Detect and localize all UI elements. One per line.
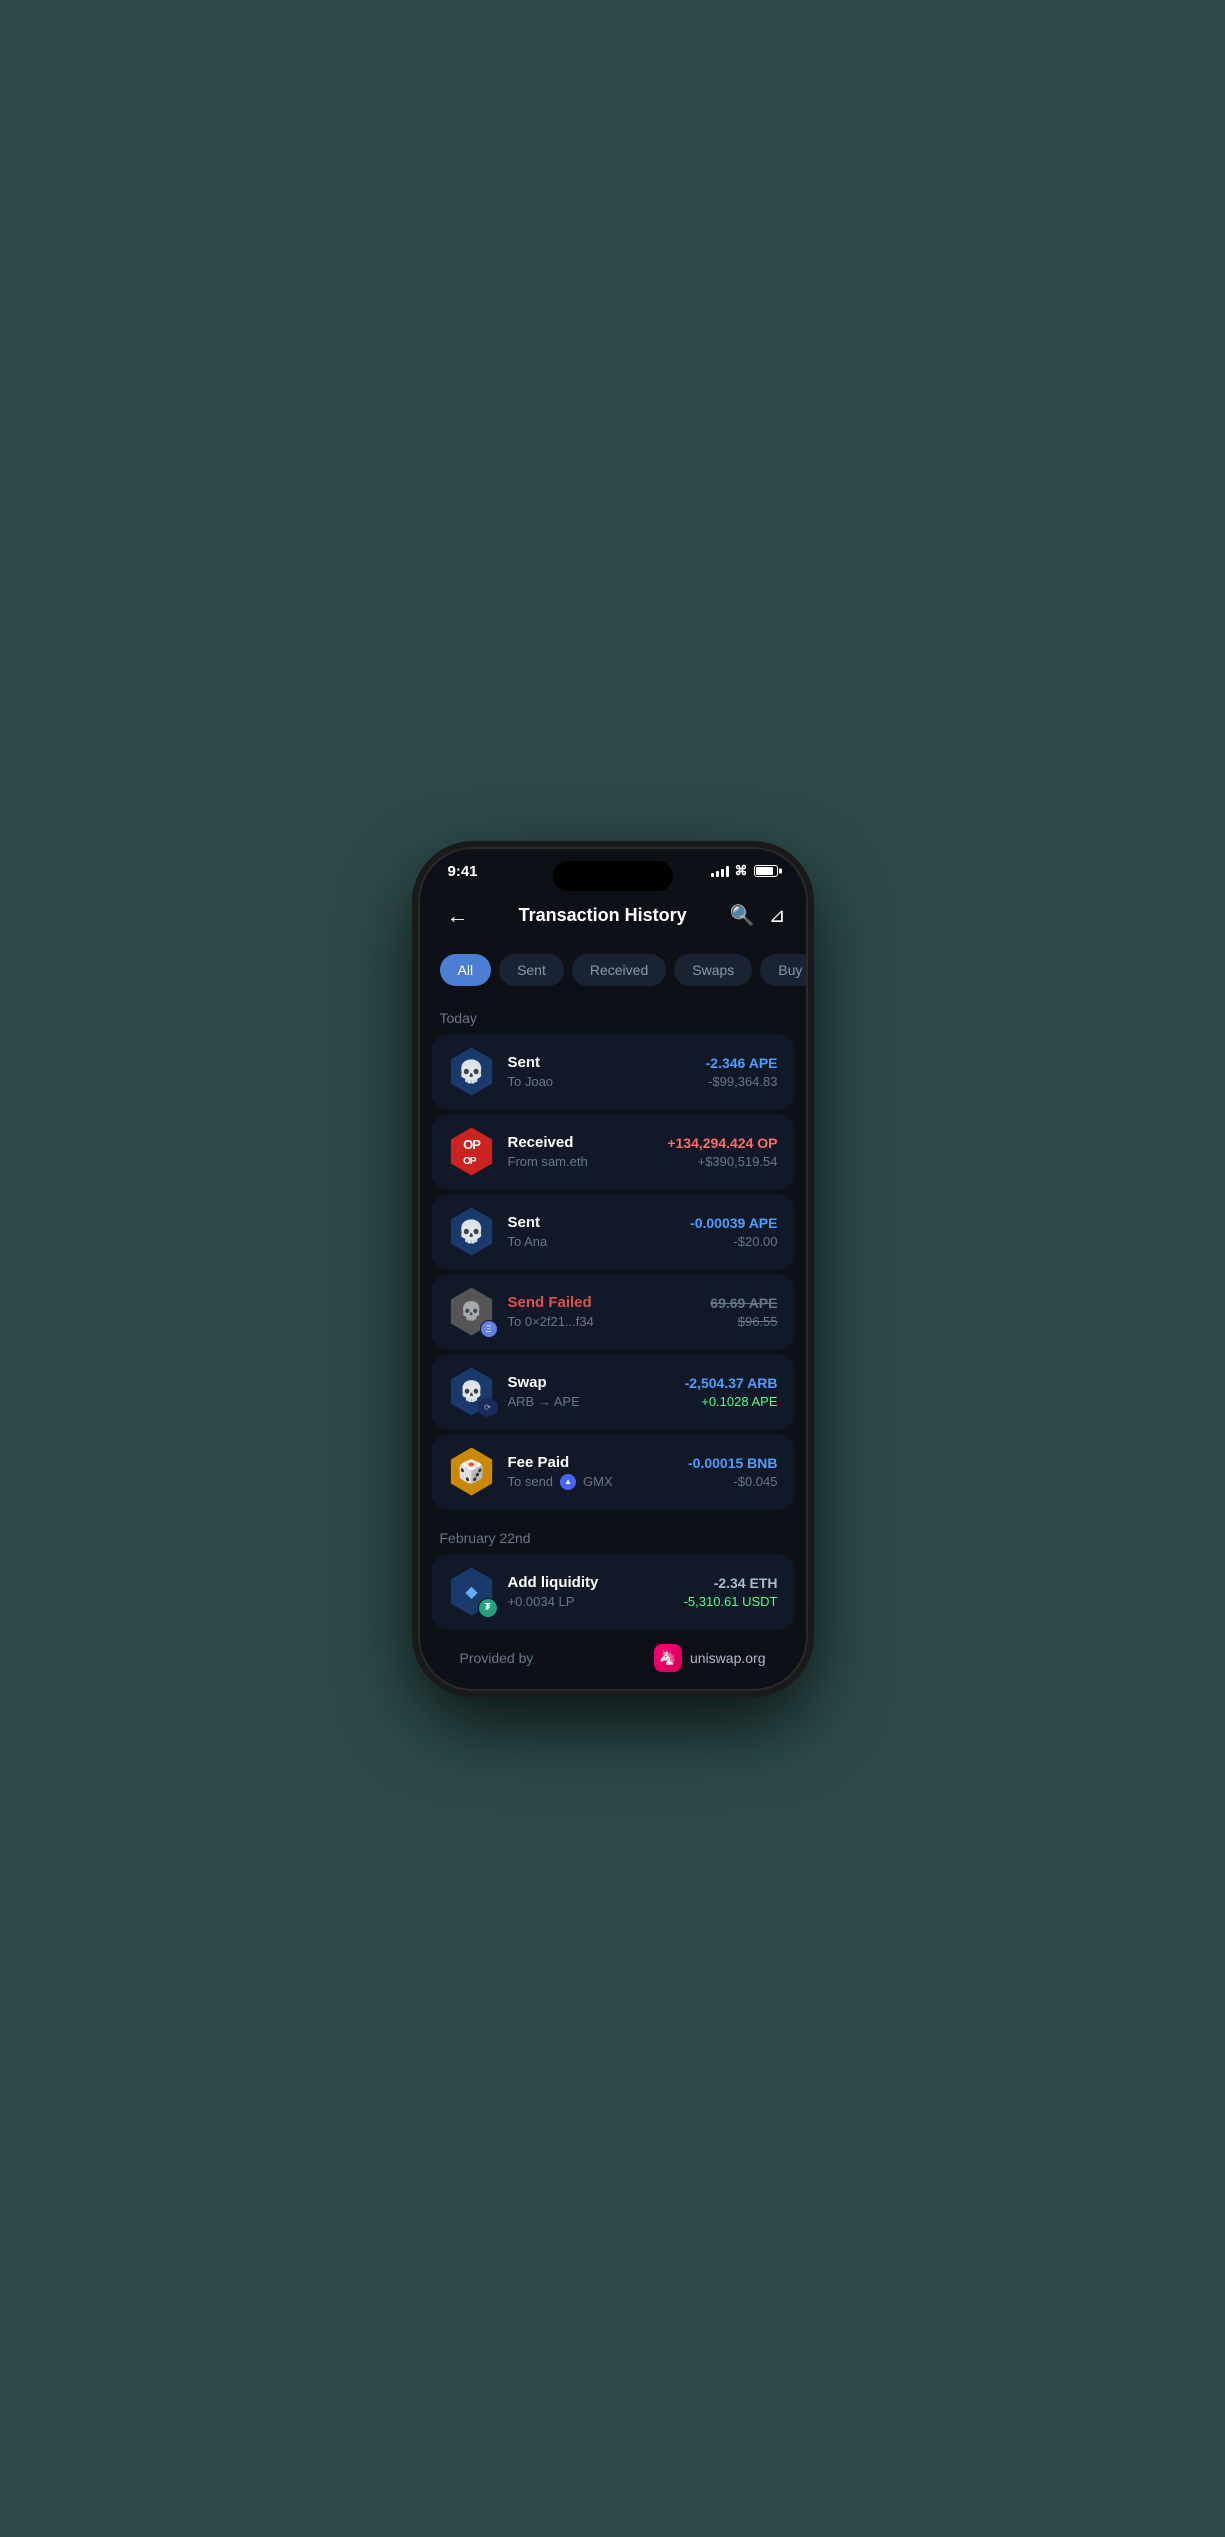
tx-sub-label: To send ▲ GMX xyxy=(508,1474,677,1490)
filter-tabs: All Sent Received Swaps Buy Se... xyxy=(420,950,806,1002)
tx-item-failed[interactable]: 💀 Ξ Send Failed To 0×2f21...f34 69.69 AP… xyxy=(432,1274,794,1350)
tx-amounts-recv-op: +134,294.424 OP +$390,519.54 xyxy=(667,1135,777,1169)
tx-type-label: Fee Paid xyxy=(508,1454,677,1471)
tx-amounts-failed: 69.69 APE $96.55 xyxy=(710,1295,777,1329)
tx-amount-secondary: -$20.00 xyxy=(690,1234,777,1249)
screen-content[interactable]: ← Transaction History 🔍 ⊿ All Sent Recei… xyxy=(420,886,806,1682)
tx-sub-label: To 0×2f21...f34 xyxy=(508,1314,699,1329)
tx-details-addliq: Add liquidity +0.0034 LP xyxy=(508,1574,672,1609)
tx-amounts-sent-joao: -2.346 APE -$99,364.83 xyxy=(706,1055,778,1089)
back-button[interactable]: ← xyxy=(440,898,476,934)
tx-amount-main: -2.34 ETH xyxy=(684,1575,778,1591)
tx-amount-secondary: $96.55 xyxy=(710,1314,777,1329)
tx-amount-secondary: -$0.045 xyxy=(688,1474,778,1489)
tab-received[interactable]: Received xyxy=(572,954,666,986)
tab-all[interactable]: All xyxy=(440,954,492,986)
tx-amount-secondary: -$99,364.83 xyxy=(706,1074,778,1089)
tx-amounts-swap: -2,504.37 ARB +0.1028 APE xyxy=(685,1375,778,1409)
tx-amount-main: -0.00015 BNB xyxy=(688,1455,778,1471)
uniswap-url: uniswap.org xyxy=(690,1650,766,1666)
header-actions: 🔍 ⊿ xyxy=(730,903,786,928)
tx-amount-main: 69.69 APE xyxy=(710,1295,777,1311)
gmx-icon: ▲ xyxy=(560,1474,576,1490)
uniswap-icon: 🦄 xyxy=(654,1644,682,1672)
tether-badge: ₮ xyxy=(478,1598,498,1618)
tx-item-addliq[interactable]: ◆ ₮ Add liquidity +0.0034 LP -2.34 ETH -… xyxy=(432,1554,794,1630)
tx-item-sent-joao[interactable]: 💀 Sent To Joao -2.346 APE -$99,364.83 xyxy=(432,1034,794,1110)
tx-item-fee[interactable]: 🎲 Fee Paid To send ▲ GMX -0.00015 BNB -$… xyxy=(432,1434,794,1510)
tx-icon-op: OPOP xyxy=(448,1128,496,1176)
tx-details-fee: Fee Paid To send ▲ GMX xyxy=(508,1454,677,1490)
tx-amount-secondary: -5,310.61 USDT xyxy=(684,1594,778,1609)
tx-amount-secondary: +$390,519.54 xyxy=(667,1154,777,1169)
page-title: Transaction History xyxy=(519,905,687,926)
tab-buy[interactable]: Buy xyxy=(760,954,805,986)
wifi-icon: ⌘ xyxy=(735,863,748,879)
tx-icon-fee: 🎲 xyxy=(448,1448,496,1496)
tx-type-label: Send Failed xyxy=(508,1294,699,1311)
tab-swaps[interactable]: Swaps xyxy=(674,954,752,986)
provided-by-label: Provided by xyxy=(460,1650,534,1666)
tx-sub-label: +0.0034 LP xyxy=(508,1594,672,1609)
signal-icon xyxy=(711,865,729,877)
tx-icon-ape: 💀 xyxy=(448,1048,496,1096)
phone-frame: 9:41 ⌘ ← Transaction History 🔍 ⊿ xyxy=(418,847,808,1691)
tx-amounts-sent-ana: -0.00039 APE -$20.00 xyxy=(690,1215,777,1249)
tx-type-label: Sent xyxy=(508,1054,694,1071)
time: 9:41 xyxy=(448,863,478,880)
tx-details-recv-op: Received From sam.eth xyxy=(508,1134,656,1169)
tx-details-sent-joao: Sent To Joao xyxy=(508,1054,694,1089)
tx-amount-main: +134,294.424 OP xyxy=(667,1135,777,1151)
tx-type-label: Received xyxy=(508,1134,656,1151)
status-icons: ⌘ xyxy=(711,863,778,879)
tx-type-label: Swap xyxy=(508,1374,673,1391)
provided-by-service[interactable]: 🦄 uniswap.org xyxy=(654,1644,766,1672)
search-icon[interactable]: 🔍 xyxy=(730,903,755,928)
tx-sub-label: To Ana xyxy=(508,1234,679,1249)
tx-item-recv-op[interactable]: OPOP Received From sam.eth +134,294.424 … xyxy=(432,1114,794,1190)
tx-amount-main: -2,504.37 ARB xyxy=(685,1375,778,1391)
tx-item-sent-ana[interactable]: 💀 Sent To Ana -0.00039 APE -$20.00 xyxy=(432,1194,794,1270)
provided-by-row: Provided by 🦄 uniswap.org xyxy=(444,1636,782,1680)
tx-amounts-fee: -0.00015 BNB -$0.045 xyxy=(688,1455,778,1489)
tx-icon-swap: 💀 ⟳ xyxy=(448,1368,496,1416)
tx-sub-label: ARB → APE xyxy=(508,1394,673,1409)
tx-details-swap: Swap ARB → APE xyxy=(508,1374,673,1409)
tx-amounts-addliq: -2.34 ETH -5,310.61 USDT xyxy=(684,1575,778,1609)
battery-icon xyxy=(754,865,778,877)
header: ← Transaction History 🔍 ⊿ xyxy=(420,886,806,950)
tx-type-label: Add liquidity xyxy=(508,1574,672,1591)
section-feb22: February 22nd xyxy=(420,1522,806,1554)
tab-sent[interactable]: Sent xyxy=(499,954,564,986)
tx-list-today: 💀 Sent To Joao -2.346 APE -$99,364.83 OP… xyxy=(420,1034,806,1510)
tx-amount-main: -0.00039 APE xyxy=(690,1215,777,1231)
tx-details-sent-ana: Sent To Ana xyxy=(508,1214,679,1249)
tx-type-label: Sent xyxy=(508,1214,679,1231)
tx-item-swap[interactable]: 💀 ⟳ Swap ARB → APE -2,504.37 ARB +0.1028… xyxy=(432,1354,794,1430)
tx-icon-failed: 💀 Ξ xyxy=(448,1288,496,1336)
back-arrow-icon: ← xyxy=(447,903,469,929)
eth-badge: Ξ xyxy=(480,1320,498,1338)
tx-amount-secondary: +0.1028 APE xyxy=(685,1394,778,1409)
filter-icon[interactable]: ⊿ xyxy=(769,903,786,928)
tx-list-feb22: ◆ ₮ Add liquidity +0.0034 LP -2.34 ETH -… xyxy=(420,1554,806,1682)
tx-amount-main: -2.346 APE xyxy=(706,1055,778,1071)
section-today: Today xyxy=(420,1002,806,1034)
notch xyxy=(553,861,673,891)
tx-icon-ape2: 💀 xyxy=(448,1208,496,1256)
tx-icon-liq: ◆ ₮ xyxy=(448,1568,496,1616)
tx-details-failed: Send Failed To 0×2f21...f34 xyxy=(508,1294,699,1329)
tx-sub-label: To Joao xyxy=(508,1074,694,1089)
tx-sub-label: From sam.eth xyxy=(508,1154,656,1169)
